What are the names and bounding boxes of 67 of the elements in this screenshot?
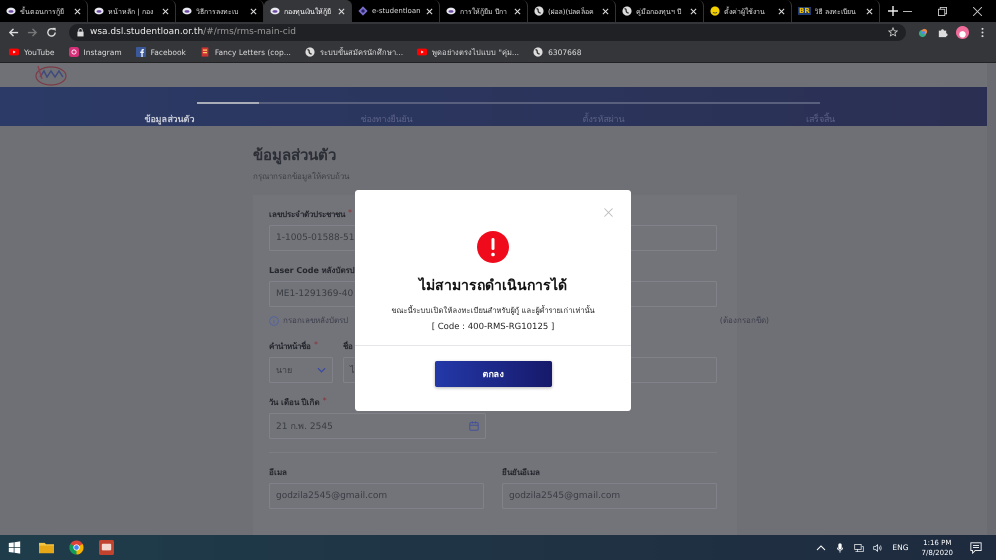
- youtube-icon: [417, 47, 428, 57]
- logo-icon: [446, 6, 456, 16]
- dialog-title: ไม่สามารถดำเนินการได้: [419, 276, 567, 296]
- close-icon[interactable]: [866, 8, 873, 14]
- step-label: ข้อมูลส่วนตัว: [144, 113, 196, 126]
- extension-icon[interactable]: [918, 26, 929, 38]
- close-icon[interactable]: [162, 8, 169, 14]
- calendar-icon: [469, 421, 479, 431]
- close-icon[interactable]: [74, 8, 81, 14]
- new-tab-icon[interactable]: [888, 6, 898, 16]
- field-label: ยืนยันอีเมล: [502, 467, 540, 479]
- back-icon[interactable]: [8, 26, 19, 38]
- error-icon: [477, 231, 509, 263]
- app-icon[interactable]: [99, 540, 114, 555]
- url-text: wsa.dsl.studentloan.or.th/#/rms/rms-main-cid: [90, 27, 296, 37]
- lock-icon: [77, 28, 84, 36]
- logo-icon: [182, 6, 192, 16]
- required-mark: *: [322, 396, 327, 405]
- close-icon[interactable]: [514, 8, 521, 14]
- folder-icon[interactable]: [39, 540, 54, 555]
- puzzle-icon[interactable]: [937, 26, 948, 38]
- facebook-icon: [136, 47, 146, 57]
- close-icon[interactable]: [690, 8, 697, 14]
- reload-icon[interactable]: [46, 26, 57, 38]
- caret-up-icon[interactable]: [816, 542, 826, 552]
- forward-icon[interactable]: [27, 26, 38, 38]
- star-icon[interactable]: [888, 27, 898, 37]
- logo-icon: [6, 6, 16, 16]
- required-mark: *: [348, 208, 352, 217]
- field-label: คำนำหน้าชื่อ: [269, 340, 311, 353]
- close-icon[interactable]: [338, 8, 345, 14]
- diamond-icon: [358, 6, 368, 16]
- close-icon[interactable]: [426, 8, 433, 14]
- logo-icon: [270, 6, 280, 16]
- close-icon[interactable]: [778, 8, 785, 14]
- field-label: ชื่อ: [343, 340, 353, 353]
- youtube-icon: [9, 47, 19, 57]
- error-code: [ Code : 400-RMS-RG10125 ]: [432, 322, 554, 332]
- address-bar[interactable]: wsa.dsl.studentloan.or.th/#/rms/rms-main-cid: [69, 24, 906, 40]
- chevron-icon: [317, 367, 326, 373]
- scrollbar[interactable]: [987, 63, 996, 535]
- hint-text: (ต้องกรอกขีด): [720, 315, 769, 327]
- avatar-icon[interactable]: [956, 26, 969, 38]
- field-label: เลขประจำตัวประชาชน: [269, 209, 345, 221]
- hint-text: กรอกเลขหลังบัตรป: [283, 315, 348, 327]
- logo-icon: [34, 63, 68, 87]
- close-icon[interactable]: [602, 8, 609, 14]
- field-label: อีเมล: [269, 467, 287, 479]
- ok-button[interactable]: ตกลง: [434, 361, 552, 387]
- notification-icon[interactable]: [970, 542, 982, 554]
- chrome-icon[interactable]: [69, 540, 84, 555]
- instagram-icon: [68, 47, 78, 57]
- smiley-icon: [710, 6, 720, 16]
- document-icon: [200, 47, 210, 57]
- section-title: ข้อมูลส่วนตัว: [253, 145, 337, 166]
- network-icon[interactable]: [854, 542, 864, 552]
- microphone-icon[interactable]: [835, 542, 846, 552]
- field-label: Laser Code หลังบัตรป: [269, 265, 355, 277]
- logo-icon: [94, 6, 104, 16]
- required-mark: *: [314, 340, 318, 349]
- close-icon[interactable]: [250, 8, 257, 14]
- windows-icon[interactable]: [8, 541, 21, 554]
- restore-icon[interactable]: [938, 6, 947, 16]
- close-icon[interactable]: [973, 6, 982, 16]
- field-label: วัน เดือน ปีเกิด: [269, 397, 320, 409]
- info-icon: [269, 316, 279, 326]
- volume-icon[interactable]: [873, 542, 884, 552]
